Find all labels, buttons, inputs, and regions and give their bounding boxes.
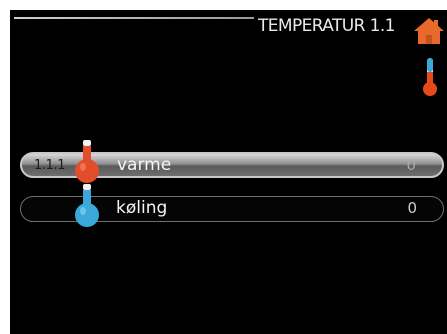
page-title: TEMPERATUR 1.1 — [258, 16, 396, 36]
menu-item-number: 1.1.1 — [34, 158, 66, 173]
menu-item-label: varme — [117, 155, 172, 175]
menu-item-value: 0 — [406, 156, 416, 174]
menu-item-value: 0 — [407, 199, 417, 217]
thermometer-hot-icon — [75, 140, 99, 183]
thermometer-icon — [423, 58, 437, 96]
menu-item-label: køling — [116, 198, 168, 218]
screen: TEMPERATUR 1.1 1.1.1 varme 0 køling 0 — [10, 10, 447, 334]
header-divider — [14, 17, 254, 19]
thermometer-cold-icon — [75, 184, 99, 227]
home-icon[interactable] — [413, 17, 445, 45]
